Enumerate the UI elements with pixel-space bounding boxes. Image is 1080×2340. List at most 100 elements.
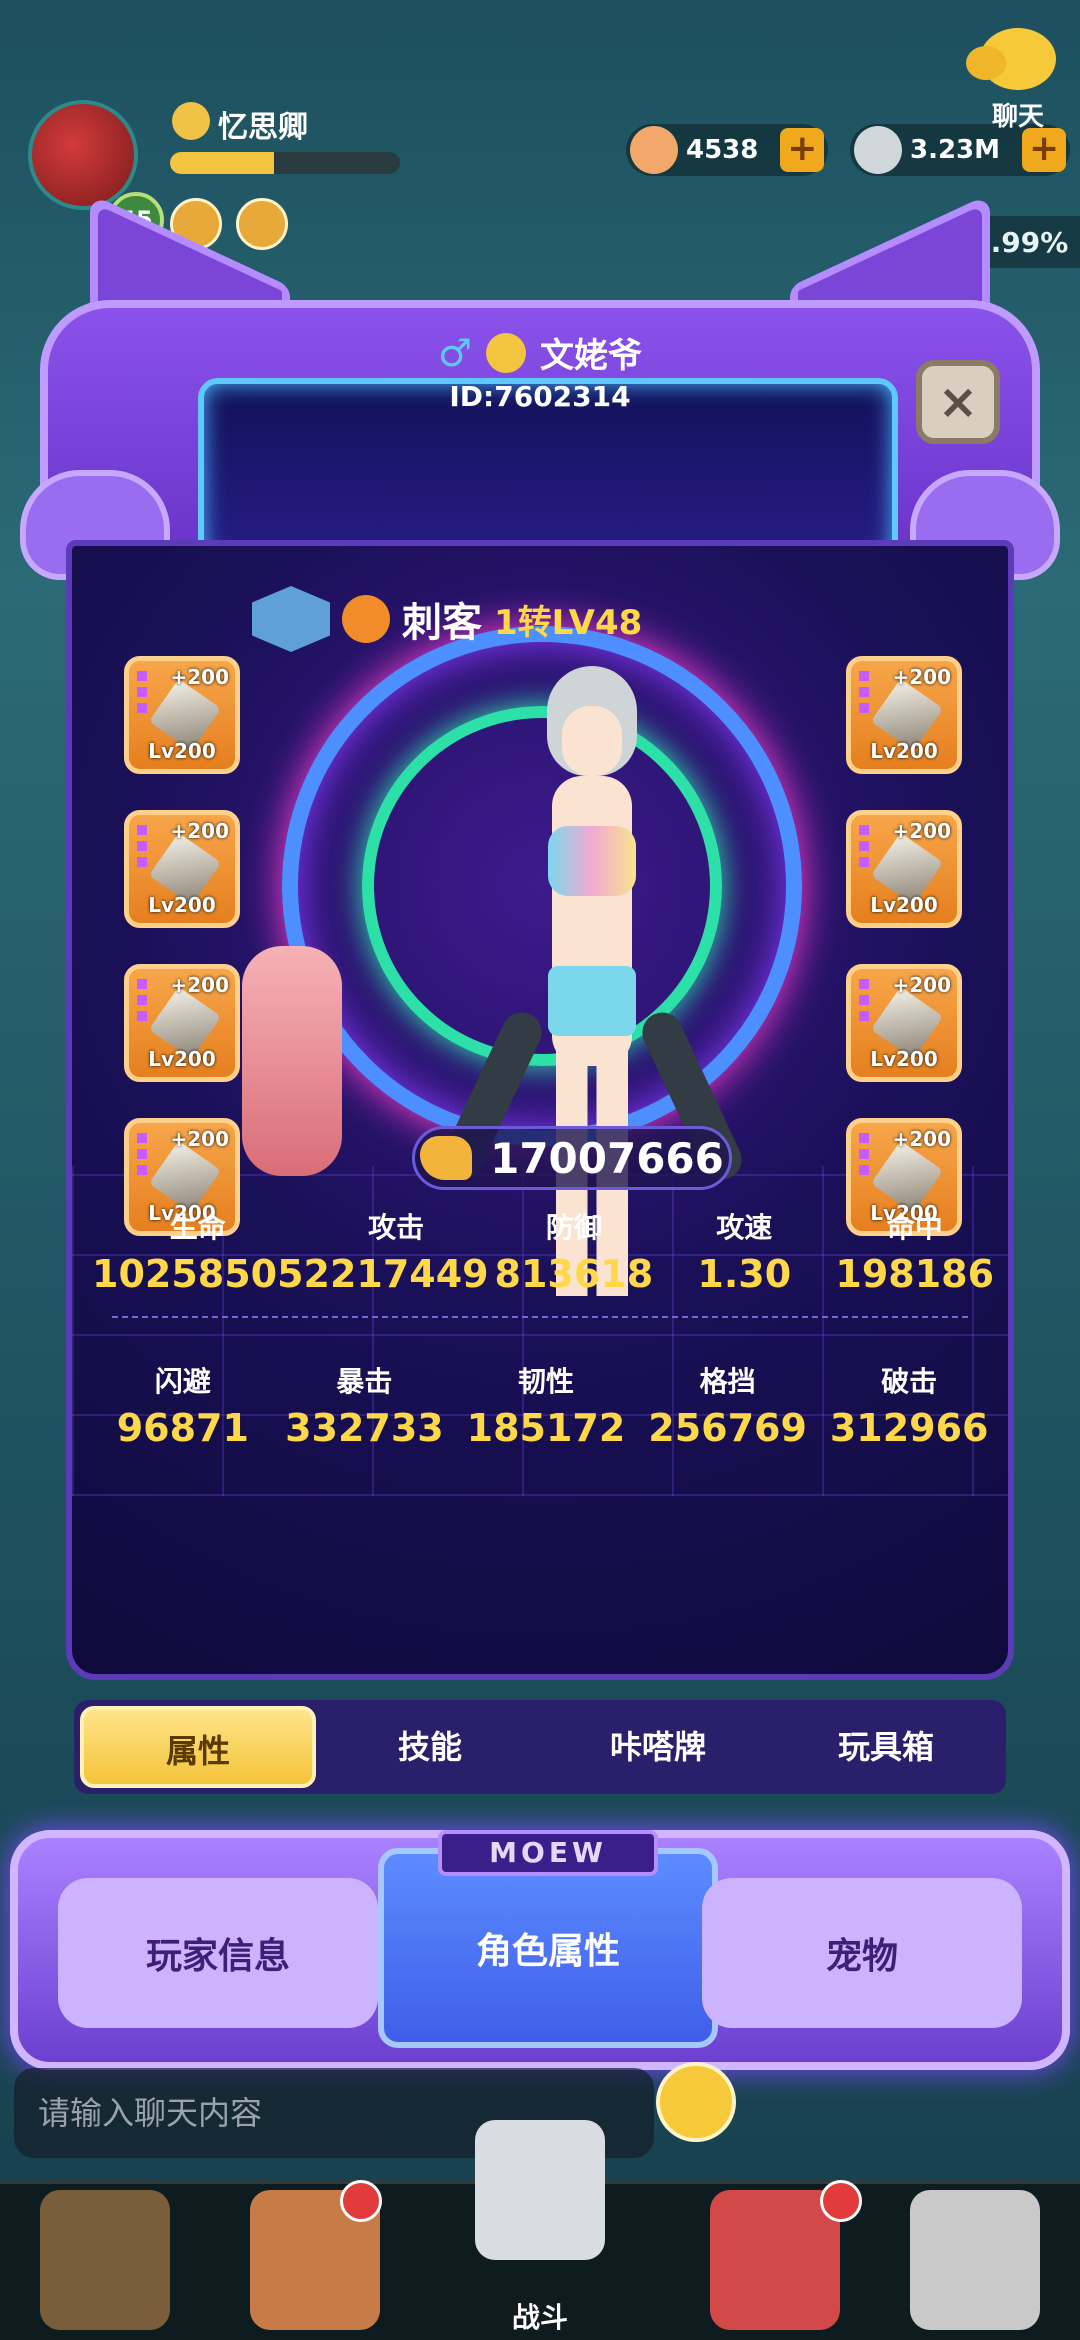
equip-slot-right-1[interactable]: +200 Lv200 xyxy=(846,656,962,774)
gem-icon xyxy=(859,825,869,869)
class-row: 刺客 1转LV48 xyxy=(252,586,642,652)
equip-level: Lv200 xyxy=(870,739,938,763)
equip-plus: +200 xyxy=(892,1127,951,1151)
stat-cell: 破击 312966 xyxy=(818,1360,1000,1450)
player-avatar[interactable] xyxy=(28,100,138,210)
stat-value: 10258505 xyxy=(92,1252,304,1296)
equip-slot-left-3[interactable]: +200 Lv200 xyxy=(124,964,240,1082)
stat-value: 185172 xyxy=(466,1406,626,1450)
equip-level: Lv200 xyxy=(148,739,216,763)
smiley-icon xyxy=(486,332,527,373)
equip-level: Lv200 xyxy=(870,1047,938,1071)
character-top xyxy=(548,826,636,896)
chat-bubble-icon xyxy=(966,28,1056,90)
battle-label: 战斗 xyxy=(511,2301,568,2334)
gem-icon xyxy=(137,1133,147,1177)
stat-label: 格挡 xyxy=(699,1365,756,1398)
moew-banner: MOEW xyxy=(438,1830,658,1876)
gem-icon xyxy=(137,825,147,869)
stat-value: 312966 xyxy=(829,1406,989,1450)
stat-cell: 攻击 2217449 xyxy=(304,1206,489,1296)
hud-player-name: 忆思卿 xyxy=(218,110,308,145)
equip-slot-left-2[interactable]: +200 Lv200 xyxy=(124,810,240,928)
stat-cell: 韧性 185172 xyxy=(455,1360,637,1450)
taskbar-item-5[interactable] xyxy=(910,2190,1040,2330)
chat-label: 聊天 xyxy=(991,102,1044,132)
pet-model[interactable] xyxy=(242,946,342,1176)
stat-value: 1.30 xyxy=(697,1252,792,1296)
character-attributes-button[interactable]: MOEW 角色属性 xyxy=(378,1830,718,2048)
stat-cell: 防御 813618 xyxy=(489,1206,659,1296)
tab-toybox[interactable]: 玩具箱 xyxy=(772,1706,1000,1788)
notification-dot xyxy=(340,2180,382,2222)
stat-cell: 格挡 256769 xyxy=(637,1360,819,1450)
close-button[interactable]: × xyxy=(916,360,1000,444)
stat-cell: 生命 10258505 xyxy=(92,1206,304,1296)
chat-button[interactable]: 聊天 xyxy=(966,28,1068,138)
tab-cards[interactable]: 咔嗒牌 xyxy=(544,1706,772,1788)
pearl-count: 3.23M xyxy=(910,135,1001,165)
character-attributes-label: 角色属性 xyxy=(475,1931,620,1972)
gem-icon xyxy=(859,671,869,715)
stat-label: 攻速 xyxy=(716,1211,773,1244)
class-level: 1转LV48 xyxy=(494,602,643,643)
stat-label: 命中 xyxy=(886,1211,943,1244)
equip-level: Lv200 xyxy=(148,893,216,917)
name-row: ♂ 文姥爷 xyxy=(40,328,1040,377)
player-info-button[interactable]: 玩家信息 xyxy=(58,1878,378,2028)
player-id: ID:7602314 xyxy=(449,380,631,413)
stat-value: 198186 xyxy=(835,1252,995,1296)
combat-power-value: 17007666 xyxy=(490,1133,724,1183)
stat-cell: 暴击 332733 xyxy=(274,1360,456,1450)
rank-badge-icon xyxy=(252,586,330,652)
stat-label: 攻击 xyxy=(368,1211,425,1244)
male-gender-icon: ♂ xyxy=(437,330,473,375)
equip-plus: +200 xyxy=(892,665,951,689)
stat-label: 闪避 xyxy=(154,1365,211,1398)
stat-label: 韧性 xyxy=(517,1365,574,1398)
equip-slot-right-3[interactable]: +200 Lv200 xyxy=(846,964,962,1082)
stat-value: 813618 xyxy=(494,1252,654,1296)
bottom-nav: 玩家信息 MOEW 角色属性 宠物 xyxy=(10,1830,1070,2070)
pearl-icon xyxy=(854,126,902,174)
stat-cell: 命中 198186 xyxy=(830,1206,1000,1296)
add-shell-button[interactable]: + xyxy=(780,128,825,172)
gem-icon xyxy=(137,979,147,1023)
muscle-arm-icon xyxy=(420,1136,473,1180)
battle-tab[interactable] xyxy=(475,2120,605,2260)
shell-resource: 4538 + xyxy=(626,124,829,176)
stat-label: 破击 xyxy=(881,1365,938,1398)
taskbar-item-4[interactable] xyxy=(710,2190,840,2330)
equip-plus: +200 xyxy=(170,1127,229,1151)
stats-row-1: 生命 10258505 攻击 2217449 防御 813618 攻速 1.30 命中 1… xyxy=(92,1206,1000,1296)
profile-panel: ♂ 文姥爷 ID:7602314 × 刺客 1转LV48 +200 Lv200 … xyxy=(20,193,1060,1840)
stat-cell: 攻速 1.30 xyxy=(659,1206,829,1296)
stat-label: 暴击 xyxy=(336,1365,393,1398)
class-name: 刺客 xyxy=(402,600,482,646)
taskbar-item-1[interactable] xyxy=(40,2190,170,2330)
shell-count: 4538 xyxy=(686,135,759,165)
attribute-tabs: 属性 技能 咔嗒牌 玩具箱 xyxy=(74,1700,1006,1794)
gem-icon xyxy=(859,1133,869,1177)
stat-label: 生命 xyxy=(169,1211,226,1244)
gem-icon xyxy=(137,671,147,715)
stat-value: 332733 xyxy=(285,1406,444,1450)
shell-icon xyxy=(630,126,678,174)
stats-divider xyxy=(112,1316,968,1318)
character-stage: 刺客 1转LV48 +200 Lv200 +200 Lv200 +200 Lv2… xyxy=(66,540,1014,1680)
pet-button[interactable]: 宠物 xyxy=(702,1878,1022,2028)
equip-plus: +200 xyxy=(170,973,229,997)
stat-value: 96871 xyxy=(116,1406,249,1450)
combat-power: 17007666 xyxy=(412,1126,732,1190)
equip-level: Lv200 xyxy=(870,893,938,917)
emoji-button[interactable] xyxy=(656,2062,736,2142)
tab-attributes[interactable]: 属性 xyxy=(80,1706,316,1788)
stat-value: 256769 xyxy=(648,1406,807,1450)
profile-name: 文姥爷 xyxy=(540,336,643,376)
stat-label: 防御 xyxy=(545,1211,602,1244)
equip-plus: +200 xyxy=(170,819,229,843)
equip-slot-right-2[interactable]: +200 Lv200 xyxy=(846,810,962,928)
character-face xyxy=(562,706,622,776)
equip-slot-left-1[interactable]: +200 Lv200 xyxy=(124,656,240,774)
tab-skills[interactable]: 技能 xyxy=(316,1706,544,1788)
